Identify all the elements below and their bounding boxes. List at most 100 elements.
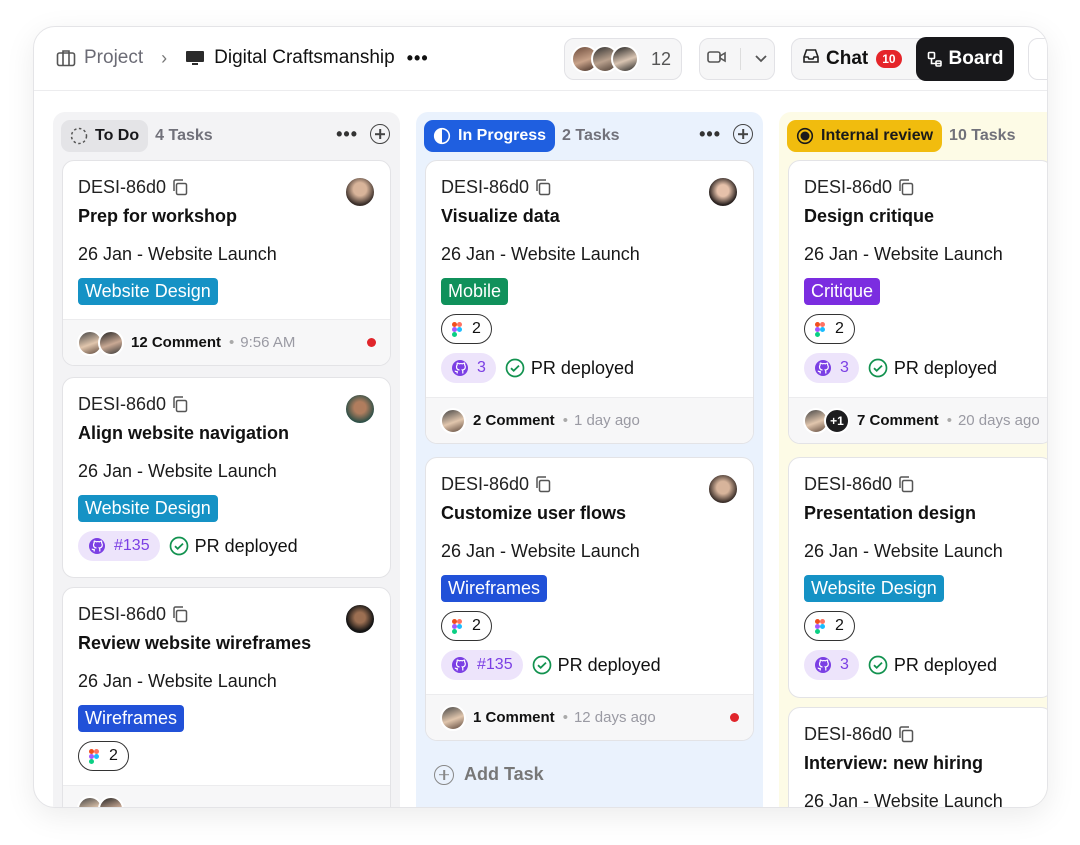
- status-badge[interactable]: Internal review: [787, 120, 943, 152]
- unread-indicator: [730, 713, 739, 722]
- task-card[interactable]: DESI-86d0 Align website navigation 26 Ja…: [62, 377, 391, 578]
- pr-row: #135 PR deployed: [78, 531, 375, 561]
- more-header-button[interactable]: [1028, 38, 1047, 80]
- task-id: DESI-86d0: [78, 393, 375, 415]
- more-options-icon[interactable]: •••: [407, 48, 429, 69]
- board-label: Board: [948, 48, 1004, 69]
- chevron-down-icon[interactable]: [755, 50, 767, 68]
- column-title: Internal review: [821, 127, 934, 144]
- task-title: Design critique: [804, 206, 935, 226]
- assignee-avatar[interactable]: [707, 473, 739, 505]
- pr-row: #135 PR deployed: [441, 650, 738, 680]
- add-task-button[interactable]: Add Task: [434, 764, 544, 785]
- target-circle-icon: [796, 127, 814, 145]
- pr-status: PR deployed: [505, 358, 634, 379]
- assignee-avatar[interactable]: [707, 176, 739, 208]
- assignee-avatar[interactable]: [344, 393, 376, 425]
- comment-count[interactable]: 12 Comment: [131, 334, 221, 351]
- task-id: DESI-86d0: [804, 723, 1037, 745]
- more-options-icon[interactable]: •••: [336, 125, 358, 143]
- member-avatars-button[interactable]: 12: [564, 38, 682, 80]
- task-card[interactable]: DESI-86d0 Presentation design 26 Jan - W…: [788, 457, 1047, 698]
- card-footer: 1 Comment • 12 days ago: [426, 694, 753, 740]
- copy-icon[interactable]: [172, 178, 188, 196]
- add-task-icon[interactable]: [370, 124, 390, 144]
- video-call-dropdown[interactable]: [699, 38, 775, 80]
- column-actions: •••: [336, 124, 390, 144]
- breadcrumb-project[interactable]: Project: [84, 47, 143, 69]
- copy-icon[interactable]: [898, 178, 914, 196]
- task-card[interactable]: DESI-86d0 Design critique 26 Jan - Websi…: [788, 160, 1047, 444]
- comment-count[interactable]: 1 Comment: [473, 709, 555, 726]
- task-tag[interactable]: Critique: [804, 278, 881, 305]
- figma-chip[interactable]: 2: [804, 314, 855, 344]
- task-tag[interactable]: Website Design: [78, 495, 218, 522]
- task-date: 26 Jan - Website Launch: [804, 244, 1003, 264]
- task-count: 4 Tasks: [155, 127, 213, 144]
- task-card[interactable]: DESI-86d0 Visualize data 26 Jan - Websit…: [425, 160, 754, 444]
- column-title: In Progress: [458, 127, 547, 144]
- plus-circle-icon: [434, 764, 454, 785]
- column-title: To Do: [95, 127, 140, 144]
- more-options-icon[interactable]: •••: [699, 125, 721, 143]
- task-tag[interactable]: Wireframes: [441, 575, 548, 602]
- task-title: Prep for workshop: [78, 206, 238, 226]
- figma-chip[interactable]: 2: [78, 741, 129, 771]
- assignee-avatar[interactable]: [344, 603, 376, 635]
- app-window: Project › Digital Craftsmanship ••• 12 C…: [33, 26, 1048, 808]
- add-task-icon[interactable]: [733, 124, 753, 144]
- monitor-icon: [185, 49, 205, 67]
- task-tag[interactable]: Mobile: [441, 278, 509, 305]
- task-count: 10 Tasks: [949, 127, 1016, 144]
- copy-icon[interactable]: [898, 725, 914, 743]
- check-circle-icon: [868, 655, 888, 675]
- board-icon: [927, 51, 942, 67]
- figma-chip[interactable]: 2: [441, 611, 492, 641]
- task-card[interactable]: DESI-86d0 Interview: new hiring 26 Jan -…: [788, 707, 1047, 807]
- more-assignees-badge[interactable]: +1: [824, 407, 850, 434]
- github-pr-chip[interactable]: #135: [441, 650, 523, 680]
- task-title: Align website navigation: [78, 423, 290, 443]
- add-task-label: Add Task: [464, 764, 544, 784]
- task-card[interactable]: DESI-86d0 Customize user flows 26 Jan - …: [425, 457, 754, 741]
- assignee-avatar[interactable]: [344, 176, 376, 208]
- board-button[interactable]: Board: [916, 37, 1014, 81]
- figma-chip[interactable]: 2: [804, 611, 855, 641]
- dashed-circle-icon: [70, 127, 88, 145]
- check-circle-icon: [532, 655, 551, 675]
- copy-icon[interactable]: [898, 475, 914, 493]
- comment-count[interactable]: 2 Comment: [473, 412, 555, 429]
- task-tag[interactable]: Website Design: [78, 278, 218, 305]
- copy-icon[interactable]: [535, 475, 551, 493]
- status-badge[interactable]: To Do: [61, 120, 149, 152]
- copy-icon[interactable]: [172, 605, 188, 623]
- pr-row: 3 PR deployed: [804, 650, 1037, 680]
- task-tag[interactable]: Website Design: [804, 575, 944, 602]
- github-pr-chip[interactable]: 3: [804, 650, 859, 680]
- video-camera-icon[interactable]: [707, 50, 727, 69]
- figma-icon: [452, 321, 462, 337]
- column-todo: To Do 4 Tasks ••• DESI-86d0 Prep for wor…: [53, 112, 400, 807]
- check-circle-icon: [169, 536, 188, 556]
- task-tag[interactable]: Wireframes: [78, 705, 185, 732]
- github-pr-chip[interactable]: 3: [441, 353, 496, 383]
- separator-dot: •: [562, 709, 568, 726]
- github-pr-chip[interactable]: #135: [78, 531, 160, 561]
- github-pr-chip[interactable]: 3: [804, 353, 859, 383]
- task-title: Interview: new hiring: [804, 753, 984, 773]
- figma-chip[interactable]: 2: [441, 314, 492, 344]
- avatar: [611, 45, 639, 73]
- column-actions: •••: [699, 124, 753, 144]
- task-card[interactable]: DESI-86d0 Review website wireframes 26 J…: [62, 587, 391, 807]
- task-card[interactable]: DESI-86d0 Prep for workshop 26 Jan - Web…: [62, 160, 391, 366]
- comment-count[interactable]: 7 Comment: [857, 412, 939, 429]
- unread-indicator: [367, 338, 376, 347]
- divider: [740, 48, 742, 70]
- task-title: Visualize data: [441, 206, 560, 226]
- task-title: Review website wireframes: [78, 633, 312, 653]
- breadcrumb-current[interactable]: Digital Craftsmanship: [214, 47, 395, 69]
- status-badge[interactable]: In Progress: [424, 120, 556, 152]
- copy-icon[interactable]: [172, 395, 188, 413]
- copy-icon[interactable]: [535, 178, 551, 196]
- chat-button[interactable]: Chat 10: [792, 48, 916, 70]
